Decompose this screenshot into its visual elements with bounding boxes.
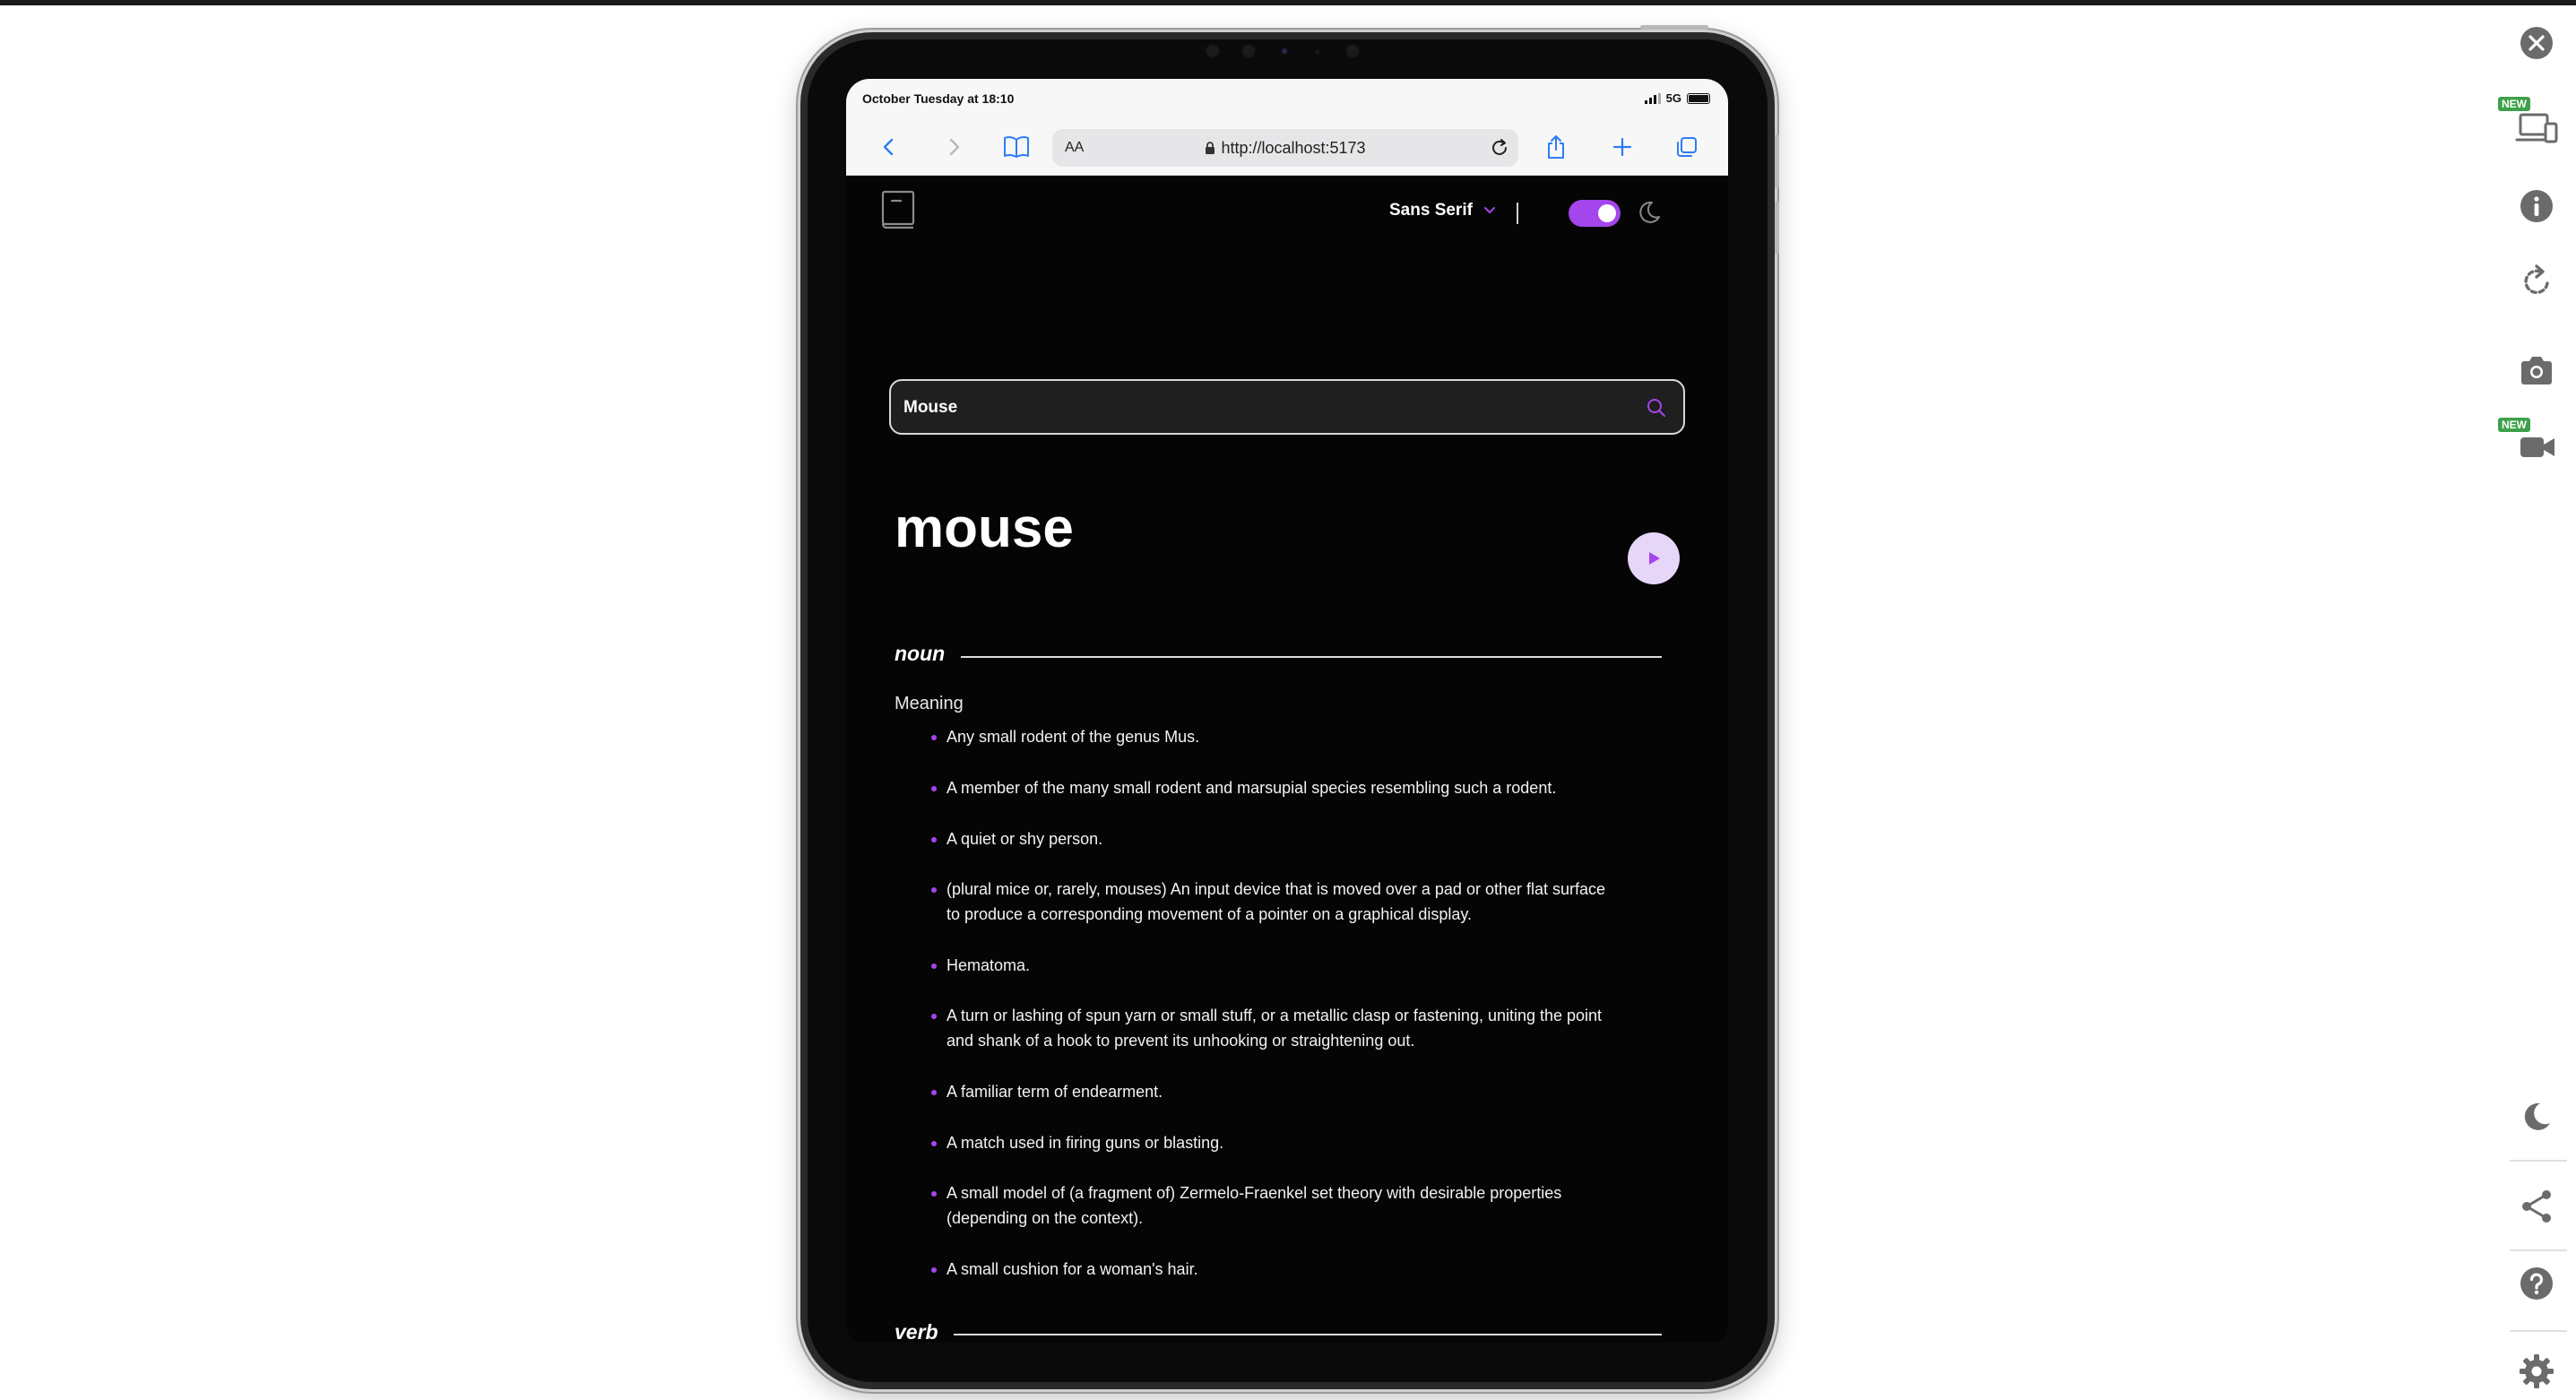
toolbar-separator [2510, 1330, 2567, 1332]
url-display[interactable]: http://localhost:5173 [1052, 139, 1518, 158]
forward-button[interactable] [934, 127, 973, 167]
definition-item: (plural mice or, rarely, mouses) An inpu… [929, 877, 1610, 927]
play-icon [1649, 552, 1660, 565]
chevron-down-icon [1483, 207, 1495, 214]
bookmarks-button[interactable] [997, 127, 1036, 167]
moon-icon [1639, 201, 1660, 223]
search-box[interactable] [889, 379, 1685, 435]
help-button[interactable] [2510, 1257, 2563, 1310]
url-text: http://localhost:5173 [1221, 139, 1366, 157]
definition-item: A quiet or shy person. [929, 826, 1610, 851]
chevron-right-icon [949, 138, 960, 156]
definition-item: Any small rodent of the genus Mus. [929, 724, 1610, 749]
new-badge: NEW [2498, 418, 2530, 432]
book-icon [1004, 135, 1029, 158]
search-icon[interactable] [1646, 397, 1667, 419]
help-icon [2520, 1267, 2553, 1300]
part-of-speech-noun: noun [895, 642, 946, 665]
info-button[interactable] [2510, 179, 2563, 233]
settings-button[interactable] [2510, 1344, 2563, 1398]
settings-icon [2520, 1354, 2554, 1388]
tabs-button[interactable] [1667, 127, 1707, 167]
device-screen: October Tuesday at 18:10 5G AA http://lo… [846, 79, 1728, 1343]
book-logo-icon[interactable] [880, 190, 916, 231]
toolbar-separator [2510, 1160, 2567, 1162]
tabs-icon [1677, 137, 1697, 157]
definition-item: A familiar term of endearment. [929, 1079, 1610, 1104]
sensor-dot [1314, 48, 1321, 56]
battery-icon [1687, 92, 1710, 104]
screenshot-button[interactable] [2510, 344, 2563, 398]
address-bar[interactable]: AA http://localhost:5173 [1052, 129, 1518, 167]
sensor-dot [1205, 43, 1221, 59]
theme-toggle[interactable] [1569, 200, 1621, 227]
camera-lens [1280, 47, 1289, 56]
meaning-label: Meaning [895, 694, 964, 713]
chevron-left-icon [883, 138, 894, 156]
definition-item: A turn or lashing of spun yarn or small … [929, 1003, 1610, 1053]
video-icon [2520, 437, 2554, 457]
safari-toolbar: AA http://localhost:5173 [846, 120, 1728, 176]
font-select-label: Sans Serif [1389, 201, 1473, 220]
toggle-knob [1598, 204, 1616, 222]
share-link-button[interactable] [2510, 1180, 2563, 1233]
volume-up-button [1775, 134, 1779, 188]
status-bar: October Tuesday at 18:10 5G [846, 79, 1728, 120]
status-indicators: 5G [1644, 91, 1710, 105]
dictionary-app: Sans Serif mouse noun Meaning Any small … [846, 176, 1728, 1343]
close-icon [2520, 27, 2553, 59]
section-divider [961, 656, 1662, 658]
font-family-select[interactable]: Sans Serif [1389, 201, 1496, 220]
top-edge-bar [0, 0, 2576, 5]
sensor-dot [1240, 43, 1257, 59]
word-heading: mouse [895, 497, 1074, 559]
definition-item: A member of the many small rodent and ma… [929, 775, 1610, 800]
rotate-icon [2524, 264, 2549, 295]
volume-down-button [1775, 201, 1779, 255]
definition-item: A small model of (a fragment of) Zermelo… [929, 1180, 1610, 1231]
definition-item: A match used in firing guns or blasting. [929, 1130, 1610, 1155]
info-icon [2520, 190, 2553, 222]
share-upload-icon [1548, 135, 1564, 159]
new-tab-button[interactable] [1603, 127, 1642, 167]
camera-icon [2521, 357, 2552, 385]
dark-mode-button[interactable] [2510, 1090, 2563, 1144]
signal-icon [1644, 92, 1661, 104]
play-pronunciation-button[interactable] [1628, 532, 1680, 584]
section-divider [954, 1334, 1662, 1335]
share-button[interactable] [1536, 127, 1576, 167]
lock-icon [1206, 142, 1215, 154]
close-button[interactable] [2510, 16, 2563, 70]
sensor-dot [1344, 43, 1361, 59]
definition-item: Hematoma. [929, 953, 1610, 978]
search-input[interactable] [903, 395, 1621, 420]
part-of-speech-verb: verb [895, 1320, 938, 1343]
network-label: 5G [1665, 91, 1681, 105]
rotate-button[interactable] [2510, 255, 2563, 308]
top-button [1640, 25, 1708, 30]
plus-icon [1612, 137, 1632, 157]
new-badge: NEW [2498, 97, 2530, 111]
reload-icon[interactable] [1488, 136, 1511, 160]
moon-icon [2524, 1102, 2550, 1130]
header-divider [1517, 203, 1518, 224]
toolbar-separator [2510, 1249, 2567, 1251]
back-button[interactable] [869, 127, 909, 167]
share-icon [2522, 1190, 2551, 1223]
definition-item: A small cushion for a woman's hair. [929, 1257, 1610, 1282]
status-time: October Tuesday at 18:10 [862, 91, 1015, 106]
